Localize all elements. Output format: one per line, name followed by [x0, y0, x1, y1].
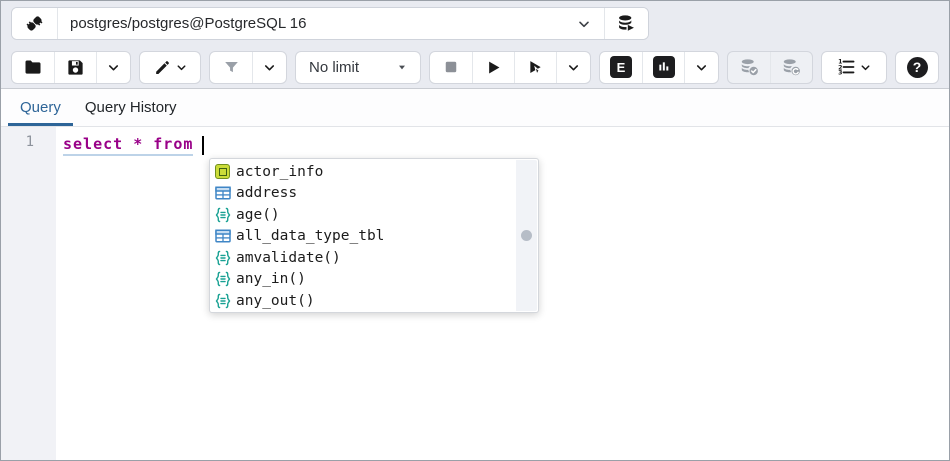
text-cursor — [202, 136, 204, 155]
tab-query-history[interactable]: Query History — [73, 89, 189, 126]
editor-gutter: 1 — [1, 127, 56, 461]
autocomplete-scrollbar[interactable] — [516, 160, 537, 311]
plug-icon — [24, 13, 45, 34]
chevron-down-icon — [566, 60, 581, 75]
autocomplete-item[interactable]: amvalidate() — [214, 247, 538, 269]
query-tool-window: postgres/postgres@PostgreSQL 16 — [0, 0, 950, 461]
function-icon — [214, 249, 231, 266]
database-new-connection-icon — [616, 13, 637, 34]
connection-selector[interactable]: postgres/postgres@PostgreSQL 16 — [58, 8, 604, 39]
help-icon: ? — [907, 57, 928, 78]
explain-button-group: E — [599, 51, 719, 84]
svg-text:3: 3 — [838, 70, 842, 77]
sql-code: select * from — [63, 135, 193, 156]
filter-button-group — [209, 51, 287, 84]
execute-to-cursor-button[interactable] — [514, 52, 556, 83]
rollback-icon — [781, 57, 802, 78]
filter-button[interactable] — [210, 52, 252, 83]
execute-button[interactable] — [472, 52, 514, 83]
autocomplete-item[interactable]: any_in() — [214, 269, 538, 291]
explain-button[interactable]: E — [600, 52, 642, 83]
macros-icon: 123 — [836, 57, 856, 77]
commit-icon — [739, 57, 760, 78]
connection-status-button[interactable] — [12, 8, 58, 39]
save-icon — [66, 58, 85, 77]
autocomplete-item-label: any_in() — [236, 271, 306, 287]
execute-button-group — [429, 51, 591, 84]
commit-button[interactable] — [728, 52, 770, 83]
autocomplete-item-label: age() — [236, 207, 280, 223]
stop-button[interactable] — [430, 52, 472, 83]
table-icon — [214, 185, 231, 202]
save-button[interactable] — [54, 52, 96, 83]
caret-down-icon — [394, 59, 410, 75]
explain-options-dropdown[interactable] — [684, 52, 718, 83]
rollback-button[interactable] — [770, 52, 812, 83]
view-icon — [214, 163, 231, 180]
chevron-down-icon — [262, 60, 277, 75]
query-toolbar: No limit — [1, 46, 949, 89]
row-limit-value: No limit — [309, 59, 394, 76]
chevron-down-icon — [106, 60, 121, 75]
new-connection-button[interactable] — [604, 8, 648, 39]
row-limit-select[interactable]: No limit — [295, 51, 421, 84]
open-file-icon — [23, 57, 43, 77]
autocomplete-item[interactable]: any_out() — [214, 290, 538, 312]
filter-options-dropdown[interactable] — [252, 52, 286, 83]
macros-button-group: 123 — [821, 51, 887, 84]
stop-icon — [442, 58, 460, 76]
autocomplete-item-label: actor_info — [236, 164, 323, 180]
file-button-group — [11, 51, 131, 84]
function-icon — [214, 292, 231, 309]
chevron-down-icon — [576, 16, 592, 32]
execute-options-dropdown[interactable] — [556, 52, 590, 83]
connection-selector-value: postgres/postgres@PostgreSQL 16 — [70, 15, 576, 32]
autocomplete-item[interactable]: age() — [214, 204, 538, 226]
autocomplete-popup: actor_info address — [209, 158, 539, 313]
connection-widget: postgres/postgres@PostgreSQL 16 — [11, 7, 649, 40]
explain-analyze-button[interactable] — [642, 52, 684, 83]
autocomplete-item-label: any_out() — [236, 293, 315, 309]
help-button-group: ? — [895, 51, 939, 84]
query-tool-tabs: Query Query History — [1, 89, 949, 127]
help-button[interactable]: ? — [896, 52, 938, 83]
explain-icon: E — [610, 56, 632, 78]
edit-button-group — [139, 51, 201, 84]
chevron-down-icon — [175, 61, 188, 74]
save-options-dropdown[interactable] — [96, 52, 130, 83]
tab-query-history-label: Query History — [85, 99, 177, 116]
function-icon — [214, 271, 231, 288]
execute-icon — [484, 58, 503, 77]
autocomplete-item-label: amvalidate() — [236, 250, 341, 266]
autocomplete-item[interactable]: actor_info — [214, 161, 538, 183]
autocomplete-item[interactable]: address — [214, 183, 538, 205]
function-icon — [214, 206, 231, 223]
connection-bar: postgres/postgres@PostgreSQL 16 — [1, 1, 949, 46]
autocomplete-item-label: all_data_type_tbl — [236, 228, 384, 244]
transaction-button-group — [727, 51, 813, 84]
edit-menu-button[interactable] — [140, 52, 200, 83]
execute-to-cursor-icon — [526, 58, 545, 77]
table-icon — [214, 228, 231, 245]
edit-icon — [153, 58, 172, 77]
open-file-button[interactable] — [12, 52, 54, 83]
macros-button[interactable]: 123 — [822, 52, 886, 83]
explain-analyze-icon — [653, 56, 675, 78]
code-line-1: select * from — [63, 132, 949, 158]
filter-icon — [222, 58, 241, 77]
autocomplete-item-label: address — [236, 185, 297, 201]
line-number: 1 — [26, 134, 34, 150]
chevron-down-icon — [694, 60, 709, 75]
chevron-down-icon — [859, 61, 872, 74]
sql-editor: 1 select * from actor_info — [1, 127, 949, 461]
autocomplete-item[interactable]: all_data_type_tbl — [214, 226, 538, 248]
tab-query[interactable]: Query — [8, 89, 73, 126]
tab-query-label: Query — [20, 99, 61, 116]
autocomplete-scrollbar-thumb[interactable] — [521, 230, 532, 241]
